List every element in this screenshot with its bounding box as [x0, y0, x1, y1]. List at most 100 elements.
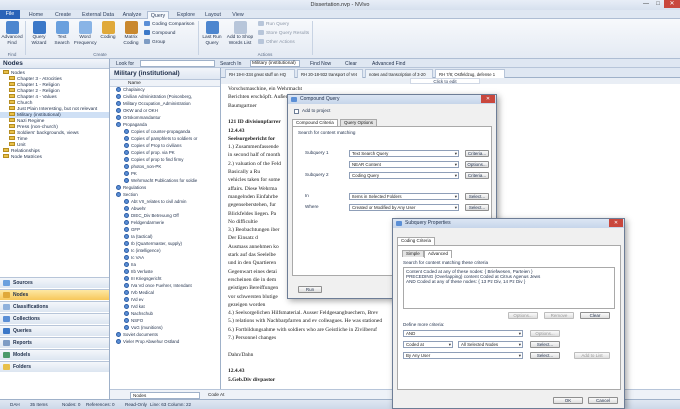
list-item[interactable]: Copies of Prop to civilians [110, 143, 220, 150]
list-item[interactable]: Wehrmacht Publications for soldie [110, 178, 220, 185]
options-button[interactable]: Options... [508, 312, 538, 319]
document-line[interactable]: 4.) Seelsorgelichen Hilfsmaterial. Ausse… [228, 310, 378, 316]
tab-coding-criteria[interactable]: Coding Criteria [397, 237, 436, 245]
list-item[interactable]: photos_non-PK [110, 164, 220, 171]
list-item[interactable]: PK [110, 171, 220, 178]
document-line[interactable]: Baumgartner [228, 103, 257, 109]
document-line[interactable]: Ausmass annehmen ko [228, 244, 279, 250]
advanced-find-button[interactable]: Advanced Find [1, 21, 23, 46]
in-select-button[interactable]: Select... [465, 193, 489, 200]
tab-view[interactable]: View [229, 11, 247, 19]
add-to-list-button[interactable]: Add to List [574, 352, 610, 359]
document-line[interactable]: geistigen Bereiffungen [228, 285, 278, 291]
criteria-list[interactable]: Content Coded at any of these nodes: { B… [403, 267, 615, 309]
select-nodes-button[interactable]: Select... [530, 341, 560, 348]
close-button[interactable]: ✕ [664, 0, 680, 8]
document-line[interactable]: mangelnden Einfahrbe [228, 194, 278, 200]
subquery-2-criteria-button[interactable]: Criteria... [465, 172, 489, 179]
list-item[interactable]: Vieler Prop Abwehur Ostland [110, 339, 220, 346]
list-item[interactable]: Copies of pamphlets to soldiers or [110, 136, 220, 143]
criteria-line[interactable]: AND Coded at any of these nodes: { 13 Pz… [406, 279, 525, 285]
advanced-find-link[interactable]: Advanced Find [372, 61, 405, 67]
list-item[interactable]: NSFO [110, 318, 220, 325]
tab-explore[interactable]: Explore [175, 11, 197, 19]
store-query-results-button[interactable]: Store Query Results [258, 30, 309, 37]
document-line[interactable]: 2.) valuation of the Feld [228, 161, 281, 167]
document-line[interactable]: 5.Geb.Div divpastor [228, 377, 275, 383]
document-line[interactable]: Seelsorgebericht for [228, 136, 275, 142]
list-item[interactable]: IVd ev [110, 297, 220, 304]
tab-create[interactable]: Create [52, 11, 74, 19]
ok-button[interactable]: OK [553, 397, 583, 404]
doc-tab[interactable]: notes and transcription of 3-20 [365, 69, 433, 78]
list-item[interactable]: III Kriegsgericht [110, 276, 220, 283]
tab-external-data[interactable]: External Data [81, 11, 115, 19]
define-options-button[interactable]: Options... [530, 330, 560, 337]
list-item[interactable]: Chaplaincy [110, 87, 220, 94]
clear-button[interactable]: Clear [345, 61, 357, 67]
nav-button-folders[interactable]: Folders [0, 361, 109, 372]
document-line[interactable]: stark auf das Seelelbe [228, 252, 276, 258]
list-item[interactable]: Ic (intelligence) [110, 248, 220, 255]
group-query-button[interactable]: Group [144, 39, 165, 46]
nav-button-sources[interactable]: Sources [0, 277, 109, 288]
list-item[interactable]: Copies of prop. via PK [110, 150, 220, 157]
list-item[interactable]: Copies of prop to find firmy [110, 157, 220, 164]
document-line[interactable]: und in den Quartieren [228, 260, 276, 266]
document-line[interactable]: Der Einsatz d [228, 235, 258, 241]
coding-comparison-button[interactable]: Coding Comparison [144, 21, 194, 28]
doc-tab[interactable]: RH 19-II-334 great stuff on HQ [225, 69, 295, 78]
subquery-1-criteria-button[interactable]: Criteria... [465, 150, 489, 157]
and-dropdown[interactable]: AND [403, 330, 523, 337]
query-wizard-button[interactable]: Query Wizard [28, 21, 50, 46]
tab-file[interactable]: File [0, 10, 20, 19]
list-item[interactable]: Ortskommandantur [110, 115, 220, 122]
select-users-button[interactable]: Select... [530, 352, 560, 359]
list-item[interactable]: IVb Medical [110, 290, 220, 297]
coding-button[interactable]: Coding [97, 21, 119, 41]
document-line[interactable]: 12.4.43 [228, 128, 245, 134]
other-actions-button[interactable]: Other Actions [258, 39, 295, 46]
subquery-1-dropdown[interactable]: Text Search Query [349, 150, 459, 157]
where-select-button[interactable]: Select... [465, 204, 489, 211]
list-item[interactable]: DIEC_Div Betreuung Off [110, 213, 220, 220]
document-line[interactable]: 7.) Personnel changes [228, 335, 276, 341]
subquery-2-dropdown[interactable]: Coding Query [349, 172, 459, 179]
tab-analyze[interactable]: Analyze [120, 11, 144, 19]
document-line[interactable]: erscheinen die in dem [228, 277, 276, 283]
add-to-stop-words-button[interactable]: Add to Shop Words List [226, 21, 254, 46]
list-item[interactable]: GFP [110, 227, 220, 234]
maximize-button[interactable]: □ [652, 0, 664, 8]
remove-button[interactable]: Remove [544, 312, 574, 319]
nav-button-classifications[interactable]: Classifications [0, 301, 109, 312]
clear-criteria-button[interactable]: Clear [580, 312, 610, 319]
list-item[interactable]: IVd kat [110, 304, 220, 311]
document-line[interactable]: Dahn/Dahn [228, 352, 253, 358]
last-run-query-button[interactable]: Last Run Query [201, 21, 223, 46]
code-scope-dropdown[interactable]: Nodes [130, 391, 200, 399]
search-scope-field[interactable]: Military (institutional) [250, 60, 300, 67]
list-item[interactable]: Ic VAA [110, 255, 220, 262]
tab-query-options[interactable]: Query Options [340, 119, 378, 126]
dialog-close-button[interactable]: ✕ [481, 95, 495, 103]
tab-advanced[interactable]: Advanced [424, 250, 453, 258]
run-button[interactable]: Run [298, 286, 322, 293]
document-line[interactable]: 5.) relations with Nachbarpfarren and ev… [228, 318, 382, 324]
document-line[interactable]: affairs. Diese Wehrma [228, 186, 277, 192]
tree-item[interactable]: Node Matrices [0, 154, 42, 160]
tab-home[interactable]: Home [27, 11, 45, 19]
list-item[interactable]: IVa Vd once Fuehrer, Intendant [110, 283, 220, 290]
document-line[interactable]: No difficultie [228, 219, 258, 225]
minimize-button[interactable]: — [640, 0, 652, 8]
document-line[interactable]: Blickfeldes liegen. Pa [228, 211, 276, 217]
doc-tab-active[interactable]: RH 7/8; Ostfeldzug, defense 1 [435, 69, 505, 78]
list-item[interactable]: Copies of counter-propaganda [110, 129, 220, 136]
list-item[interactable]: Abwehr [110, 206, 220, 213]
document-line[interactable]: gegenseberstehen, fur [228, 202, 276, 208]
cancel-button[interactable]: Cancel [588, 397, 618, 404]
all-selected-nodes-dropdown[interactable]: All Selected Nodes [458, 341, 523, 348]
document-line[interactable]: 1.) Zusammenfassende [228, 144, 279, 150]
document-line[interactable]: vehicles taken for some [228, 177, 280, 183]
document-line[interactable]: 121 ID divisionpfarrer [228, 119, 281, 125]
doc-tab[interactable]: RH 20-18-932 transport of Vet [297, 69, 363, 78]
